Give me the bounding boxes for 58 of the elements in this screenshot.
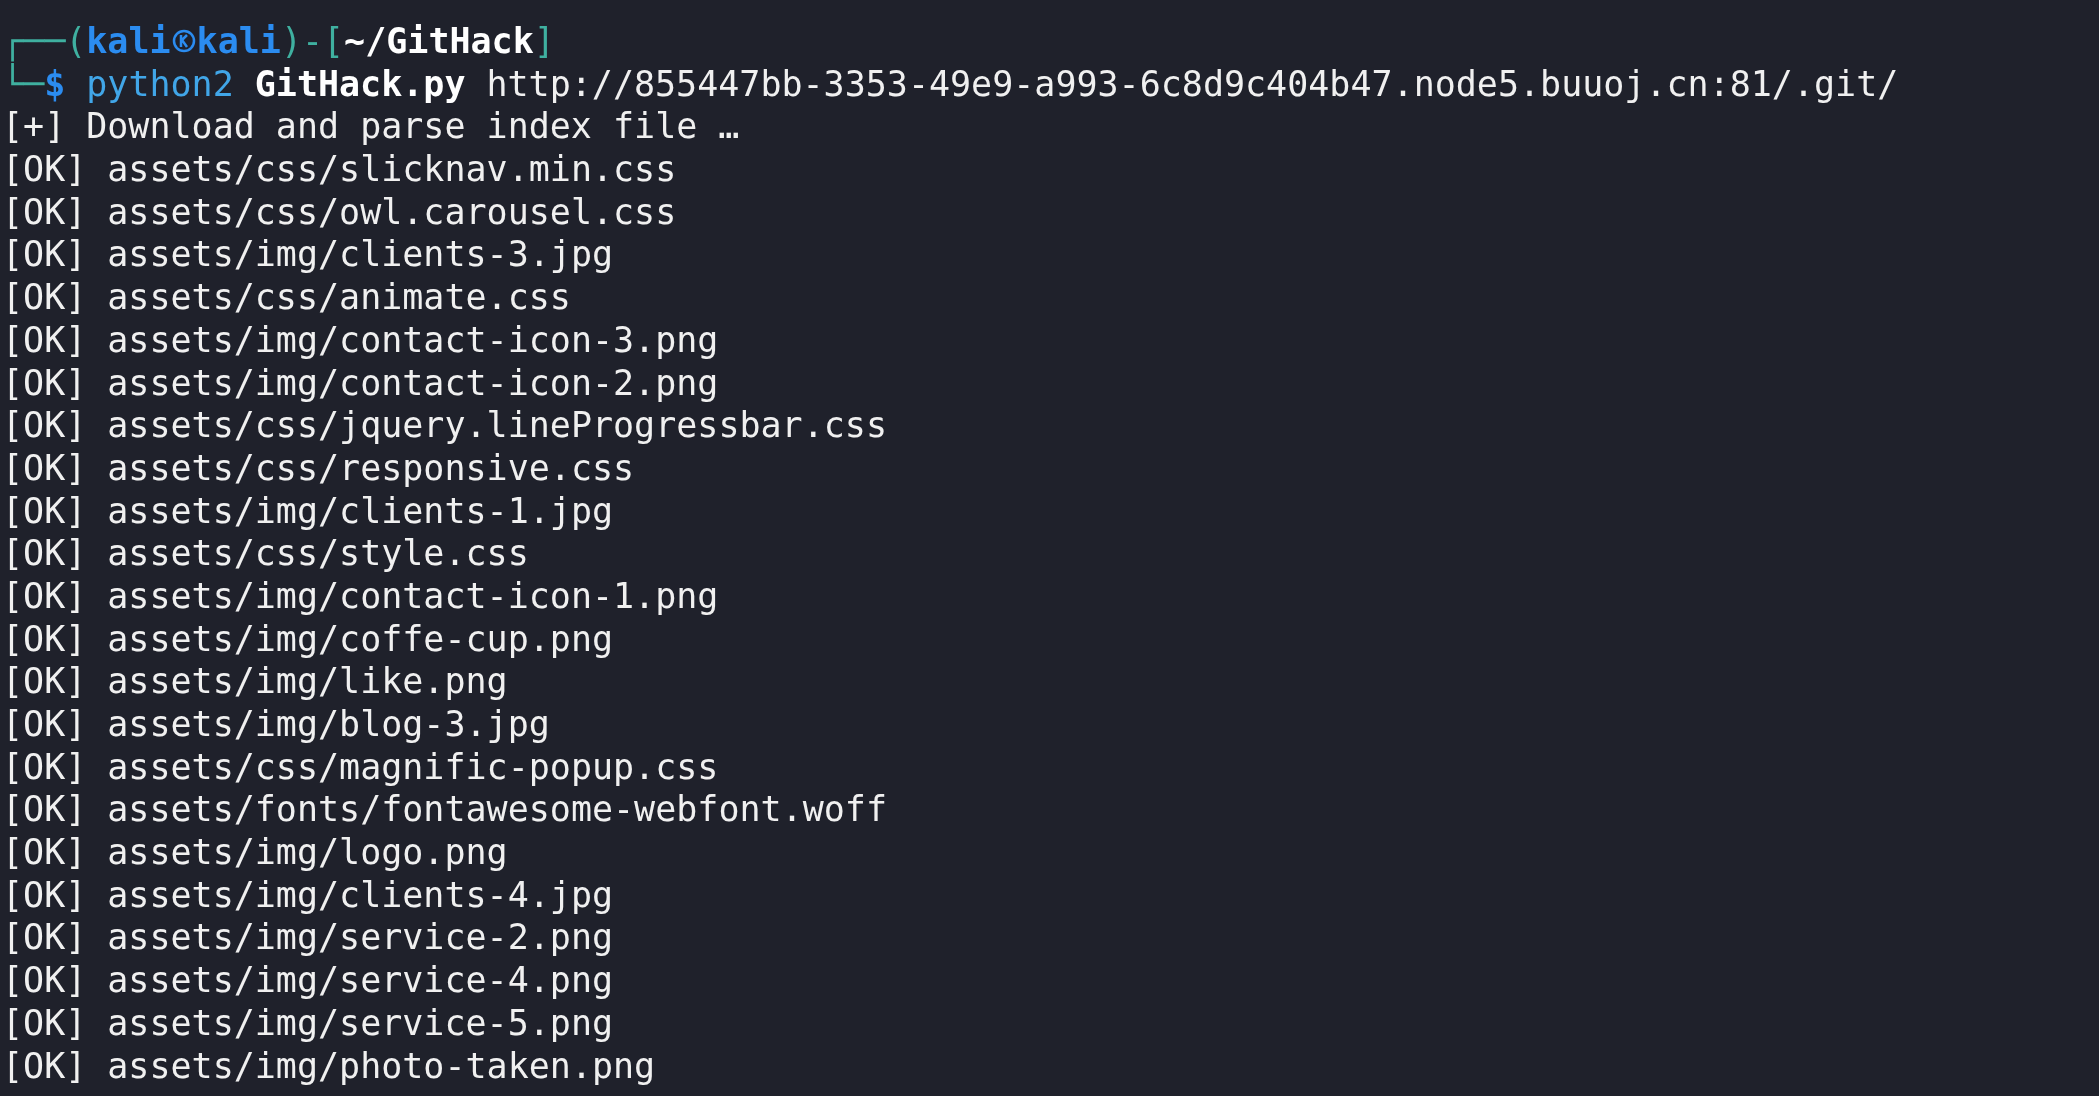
status-tag: [OK] [2, 233, 87, 277]
prompt-host: kali [196, 20, 281, 63]
status-tag: [OK] [2, 361, 87, 405]
status-tag: [OK] [2, 532, 87, 575]
output-text: assets/img/logo.png [107, 831, 508, 874]
command-script: GitHack.py [254, 62, 466, 106]
output-text: assets/img/clients-4.jpg [107, 873, 614, 917]
status-tag: [OK] [2, 404, 87, 447]
output-text: assets/css/jquery.lineProgressbar.css [107, 404, 887, 447]
output-text: assets/img/coffe-cup.png [107, 617, 614, 661]
status-tag: [OK] [2, 489, 87, 533]
output-text: assets/css/style.css [107, 532, 529, 575]
output-text: assets/img/service-4.png [107, 959, 614, 1002]
status-tag: [OK] [2, 916, 87, 960]
prompt-bracket: ] [533, 20, 555, 63]
output-text: assets/img/contact-icon-3.png [107, 318, 719, 362]
output-text: assets/css/slicknav.min.css [107, 148, 677, 191]
output-text: assets/img/service-2.png [107, 916, 614, 960]
status-tag: [OK] [2, 703, 87, 746]
status-tag: [OK] [2, 276, 87, 319]
status-tag: [OK] [2, 318, 87, 362]
prompt-directory: ~/GitHack [344, 20, 534, 63]
status-tag: [OK] [2, 148, 87, 191]
prompt-corner: ┌──( [2, 20, 87, 63]
output-text: assets/css/magnific-popup.css [107, 745, 719, 789]
output-text: assets/img/photo-taken.png [107, 1044, 656, 1088]
status-tag: [OK] [2, 446, 87, 490]
status-tag: [OK] [2, 959, 87, 1002]
output-text: assets/img/blog-3.jpg [107, 703, 550, 746]
output-text: assets/css/responsive.css [107, 446, 635, 490]
output-text: assets/css/owl.carousel.css [107, 190, 677, 234]
prompt-user: kali [86, 20, 171, 63]
status-tag: [OK] [2, 190, 87, 234]
status-tag: [OK] [2, 831, 87, 874]
prompt-corner: └─ [2, 62, 45, 106]
output-text: assets/img/clients-1.jpg [107, 489, 614, 533]
command-url: http://855447bb-3353-49e9-a993-6c8d9c404b47.node5.buuoj.cn:81/.git/ [486, 62, 1899, 106]
output-text: assets/fonts/fontawesome-webfont.woff [107, 788, 887, 832]
status-tag: [OK] [2, 617, 87, 661]
status-tag: [OK] [2, 1001, 87, 1045]
prompt-symbol: $ [44, 62, 66, 106]
status-tag: [OK] [2, 873, 87, 917]
output-text: assets/css/animate.css [107, 276, 571, 319]
status-tag: [OK] [2, 660, 87, 703]
output-text: assets/img/contact-icon-2.png [107, 361, 719, 405]
output-text: assets/img/like.png [107, 660, 508, 703]
status-tag: [OK] [2, 788, 87, 832]
output-text: assets/img/service-5.png [107, 1001, 614, 1045]
status-tag: [OK] [2, 574, 87, 618]
kali-symbol-icon [171, 29, 196, 54]
output-text: Download and parse index file … [86, 105, 740, 149]
command-program: python2 [86, 62, 234, 106]
output-text: assets/img/clients-3.jpg [107, 233, 614, 277]
status-tag: [+] [2, 105, 66, 149]
status-tag: [OK] [2, 745, 87, 789]
prompt-bracket: )-[ [280, 20, 345, 63]
output-text: assets/img/contact-icon-1.png [107, 574, 719, 618]
status-tag: [OK] [2, 1044, 87, 1088]
